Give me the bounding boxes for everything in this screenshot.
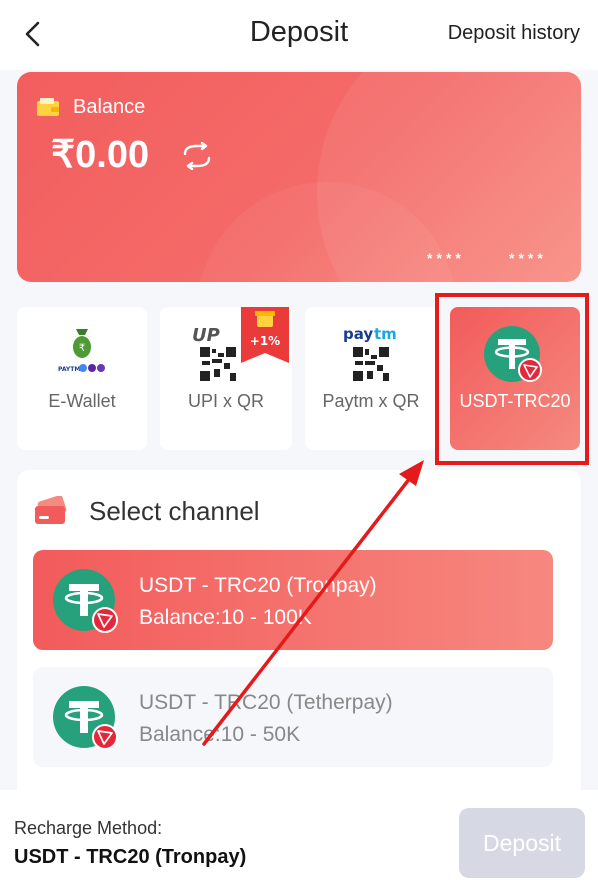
wallet-icon	[37, 98, 59, 116]
method-upi-qr[interactable]: UP +1% UPI x QR	[160, 307, 292, 450]
top-bar: Deposit Deposit history	[0, 0, 598, 70]
bonus-badge-text: +1%	[250, 334, 280, 348]
recharge-method-value: USDT - TRC20 (Tronpay)	[14, 846, 247, 868]
channel-panel: Select channel USDT - TRC20 (Tronpay) Ba…	[17, 470, 581, 800]
svg-text:PAYTM: PAYTM	[58, 366, 80, 373]
card-icon	[35, 496, 67, 524]
bottom-bar: Recharge Method: USDT - TRC20 (Tronpay) …	[0, 790, 598, 888]
svg-text:tm: tm	[374, 325, 397, 343]
deposit-button[interactable]: Deposit	[459, 808, 585, 878]
method-label: Paytm x QR	[322, 391, 420, 411]
tether-icon	[53, 686, 118, 750]
svg-text:₹: ₹	[79, 343, 85, 354]
svg-text:UP: UP	[192, 325, 220, 346]
method-paytm-qr[interactable]: pay tm Paytm x QR	[305, 307, 437, 450]
wallet-bag-icon: ₹ PAYTM	[58, 329, 105, 373]
upi-qr-icon: UP	[192, 325, 237, 381]
balance-amount: ₹0.00	[51, 134, 150, 176]
channel-balance-range: Balance:10 - 100K	[139, 606, 312, 629]
channel-name: USDT - TRC20 (Tronpay)	[139, 574, 377, 597]
balance-label: Balance	[73, 96, 146, 118]
channel-tetherpay[interactable]: USDT - TRC20 (Tetherpay) Balance:10 - 50…	[33, 667, 553, 767]
tether-icon	[53, 569, 118, 633]
channel-balance-range: Balance:10 - 50K	[139, 723, 301, 746]
method-e-wallet[interactable]: ₹ PAYTM E-Wallet	[17, 307, 147, 450]
recharge-method-label: Recharge Method:	[14, 818, 163, 838]
svg-text:pay: pay	[343, 325, 373, 343]
channel-tronpay[interactable]: USDT - TRC20 (Tronpay) Balance:10 - 100K	[33, 550, 553, 650]
card-number-mask: ****	[509, 250, 547, 266]
select-channel-title: Select channel	[89, 496, 260, 526]
annotation-highlight-box	[435, 293, 589, 465]
refresh-icon[interactable]	[179, 142, 215, 170]
card-number-mask: ****	[427, 250, 465, 266]
paytm-qr-icon: pay tm	[343, 325, 397, 381]
bonus-badge: +1%	[241, 307, 289, 363]
channel-name: USDT - TRC20 (Tetherpay)	[139, 691, 393, 714]
method-label: E-Wallet	[48, 391, 116, 411]
deposit-history-link[interactable]: Deposit history	[448, 22, 580, 45]
method-label: UPI x QR	[187, 391, 264, 411]
balance-card: Balance ₹0.00 **** ****	[17, 72, 581, 282]
